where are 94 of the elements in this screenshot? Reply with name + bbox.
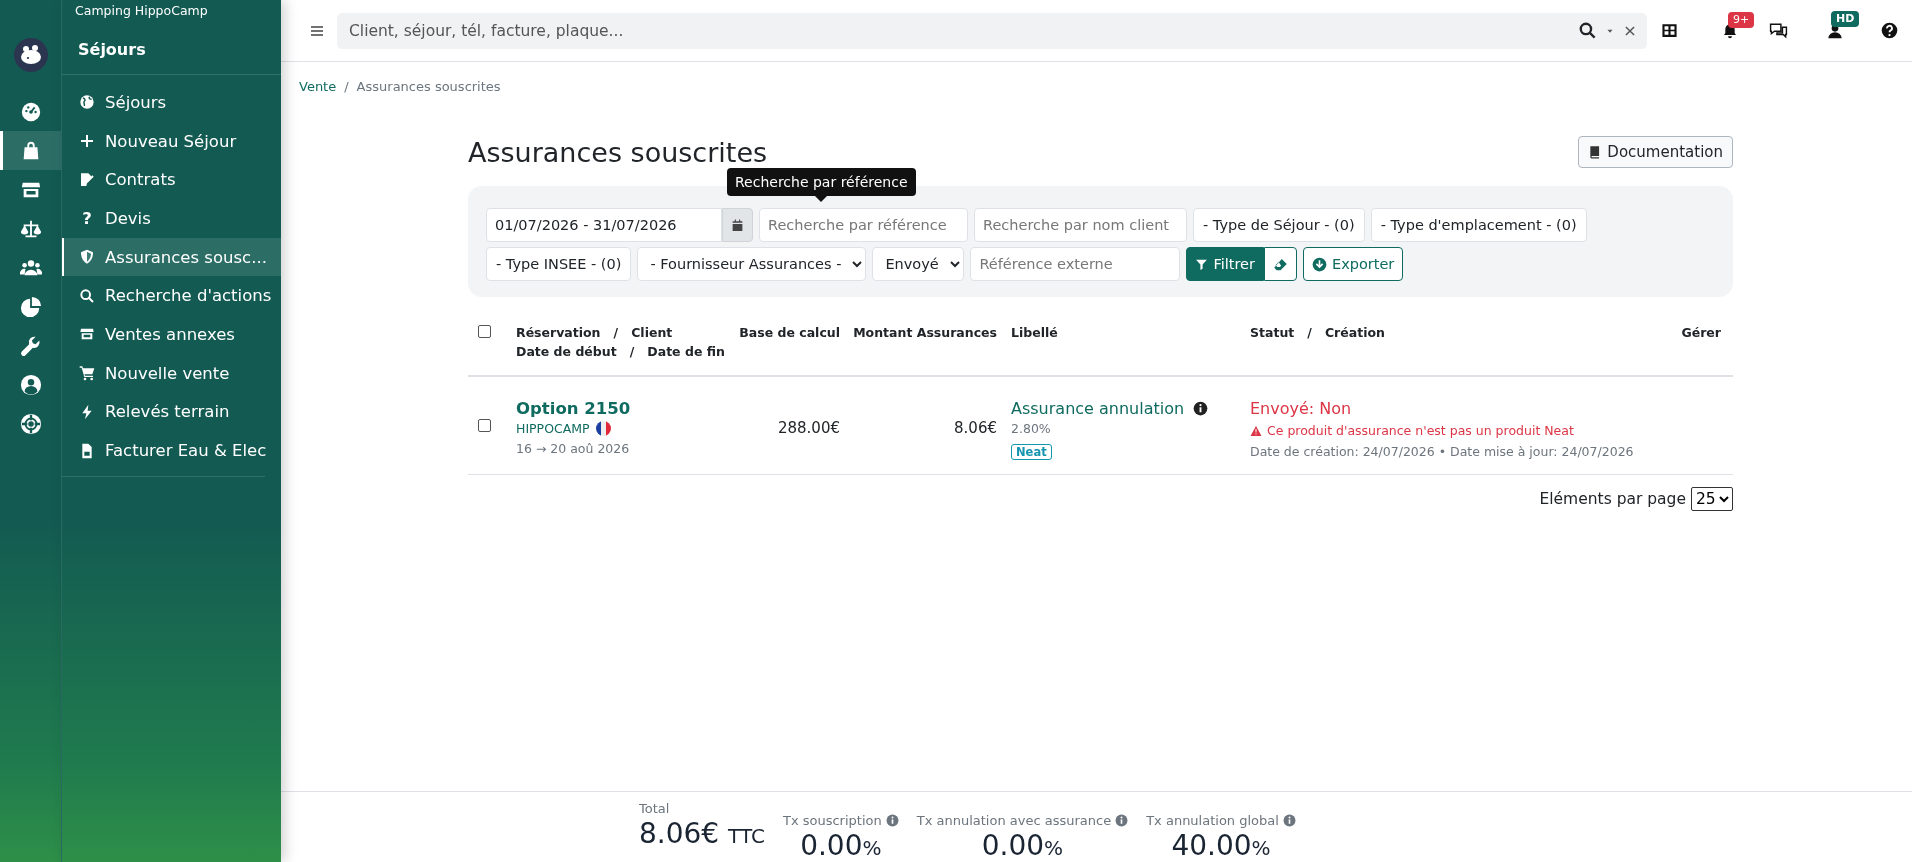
creation-dates: Date de création: 24/07/2026 • Date mise à jour: 24/07/2026 xyxy=(1250,444,1635,459)
shield-icon xyxy=(79,249,95,266)
breadcrumb-separator: / xyxy=(344,79,349,94)
tooltip: Recherche par référence xyxy=(727,168,916,202)
sidebar-item[interactable]: Facturer Eau & Elec xyxy=(62,431,281,470)
sidebar-item[interactable]: Contrats xyxy=(62,160,281,200)
multiselect-dropdown[interactable]: - Type de Séjour - (0) xyxy=(1193,208,1365,242)
question-icon: ? xyxy=(79,208,95,228)
close-icon[interactable] xyxy=(1623,23,1637,38)
calendar-button[interactable] xyxy=(722,208,753,242)
page-size-label: Eléments par page xyxy=(1539,490,1686,508)
info-icon xyxy=(885,814,899,827)
client-name: HIPPOCAMP xyxy=(516,421,590,436)
stat-value: 40.00% xyxy=(1171,828,1271,862)
plus-icon xyxy=(79,133,95,150)
neat-tag: Neat xyxy=(1011,444,1052,460)
documentation-button[interactable]: Documentation xyxy=(1578,136,1733,168)
warning-icon xyxy=(1250,424,1262,437)
cart-icon xyxy=(79,365,95,382)
sidebar-item[interactable]: Séjours xyxy=(62,83,281,122)
filter-icon xyxy=(1195,257,1209,271)
user-circle-icon xyxy=(19,373,42,396)
wrench-icon xyxy=(19,334,42,357)
pie-chart-icon xyxy=(19,295,42,318)
page-title: Assurances souscrites xyxy=(468,136,768,168)
text-field[interactable]: Référence externe xyxy=(970,247,1181,281)
sidebar-item[interactable]: Nouvelle vente xyxy=(62,353,281,393)
tooltip-pointer-icon xyxy=(815,196,828,202)
user-initials-badge: HD xyxy=(1831,10,1860,27)
sidebar-item[interactable]: Recherche d'actions xyxy=(62,276,281,316)
download-icon xyxy=(1311,256,1327,272)
stat-label: Tx annulation avec assurance xyxy=(916,813,1112,828)
column-header: Statut / Création xyxy=(1250,324,1385,342)
info-icon xyxy=(1282,814,1296,827)
sidebar-item[interactable]: Nouveau Séjour xyxy=(62,121,281,161)
gauge-icon xyxy=(19,100,42,123)
column-header: Gérer xyxy=(1681,324,1721,342)
date-range-field[interactable]: 01/07/2026 - 31/07/2026 xyxy=(486,208,722,242)
eraser-icon xyxy=(1272,256,1288,272)
insurance-rate: 2.80% xyxy=(1011,421,1052,436)
page-size-select[interactable]: 25 xyxy=(1691,487,1733,511)
breadcrumb-link[interactable]: Vente xyxy=(299,79,337,94)
search-icon xyxy=(79,287,95,304)
column-header: Libellé xyxy=(1011,324,1058,342)
insurance-label: Assurance annulation xyxy=(1011,399,1185,418)
document-icon xyxy=(79,442,95,459)
stat-value: 0.00% xyxy=(800,828,882,862)
select-dropdown[interactable]: - Fournisseur Assurances - xyxy=(637,247,867,281)
column-header: Montant Assurances xyxy=(853,324,997,342)
info-icon xyxy=(1193,401,1209,416)
stay-dates: 16 → 20 aoû 2026 xyxy=(516,441,631,456)
stat-label: Total xyxy=(639,801,670,816)
stat-value: 0.00% xyxy=(981,828,1064,862)
row-checkbox[interactable] xyxy=(478,419,491,432)
export-button[interactable]: Exporter xyxy=(1302,247,1404,281)
camping-name: Camping HippoCamp xyxy=(74,2,209,20)
table-cell: 8.06€ xyxy=(954,419,997,437)
table-cell: 288.00€ xyxy=(777,419,840,437)
column-header: Réservation / Client Date de début / Date de fin xyxy=(516,324,725,361)
rail-item[interactable] xyxy=(0,131,61,170)
warning-message: Ce produit d'assurance n'est pas un produit Neat xyxy=(1267,423,1574,438)
notification-badge: 9+ xyxy=(1728,11,1755,28)
calendar-icon xyxy=(731,218,744,232)
multiselect-dropdown[interactable]: - Type INSEE - (0) xyxy=(486,247,632,281)
search-icon[interactable] xyxy=(1578,21,1597,40)
text-field[interactable]: Recherche par nom client xyxy=(974,208,1187,242)
search-field[interactable]: Client, séjour, tél, facture, plaque... xyxy=(347,20,1570,41)
search-bar[interactable]: Client, séjour, tél, facture, plaque... xyxy=(337,12,1647,49)
sidebar-item[interactable]: Assurances sousc... xyxy=(62,237,281,277)
sent-status: Envoyé: Non xyxy=(1250,399,1353,418)
stat-label: Tx annulation global xyxy=(1146,813,1279,828)
filter-button[interactable]: Filtrer xyxy=(1186,247,1264,281)
multiselect-dropdown[interactable]: - Type d'emplacement - (0) xyxy=(1370,208,1587,242)
column-header: Base de calcul xyxy=(739,324,840,342)
info-icon xyxy=(1115,814,1129,827)
clear-filters-button[interactable] xyxy=(1263,247,1297,281)
select-all-checkbox[interactable] xyxy=(478,325,491,338)
sidebar-item[interactable]: ? Devis xyxy=(62,199,281,238)
chat-icon[interactable] xyxy=(1769,21,1788,40)
help-icon[interactable] xyxy=(1881,22,1898,39)
stat-value: 8.06€ TTC xyxy=(639,816,765,852)
stat-label: Tx souscription xyxy=(782,813,882,828)
france-flag-icon xyxy=(595,421,611,436)
lifebuoy-icon xyxy=(19,412,42,435)
sidebar-item[interactable]: Ventes annexes xyxy=(62,315,281,354)
breadcrumb-current: Assurances souscrites xyxy=(356,79,501,94)
section-title: Séjours xyxy=(62,23,281,75)
globe-icon xyxy=(79,94,95,111)
hippo-logo xyxy=(14,38,48,72)
reservation-link[interactable]: Option 2150 xyxy=(516,399,730,418)
text-field[interactable]: Recherche par référence xyxy=(759,208,968,242)
select-dropdown[interactable]: Envoyé xyxy=(872,247,965,281)
grid-icon[interactable] xyxy=(1661,22,1678,39)
sidebar-item[interactable]: Relevés terrain xyxy=(62,392,281,432)
